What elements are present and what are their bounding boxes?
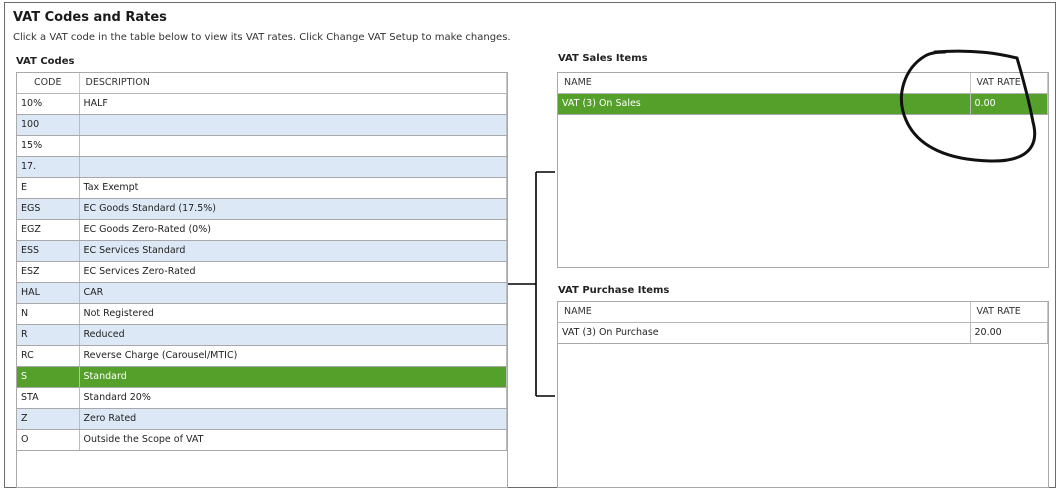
vat-description-cell: Not Registered (79, 303, 507, 325)
vat-code-cell: RC (17, 345, 80, 367)
vat-description-cell (79, 114, 507, 136)
column-header-name[interactable]: NAME (558, 302, 971, 323)
vat-description-cell: Outside the Scope of VAT (79, 429, 507, 451)
table-row[interactable]: RC Reverse Charge (Carousel/MTIC) (17, 345, 507, 367)
vat-description-cell (79, 156, 507, 178)
table-row[interactable]: EGZ EC Goods Zero-Rated (0%) (17, 219, 507, 241)
vat-code-cell: ESS (17, 240, 80, 262)
column-header-code[interactable]: CODE (17, 73, 80, 94)
vat-code-cell: EGS (17, 198, 80, 220)
vat-code-cell: O (17, 429, 80, 451)
connector-bracket (508, 171, 555, 397)
table-row[interactable]: Z Zero Rated (17, 408, 507, 430)
item-name-cell: VAT (3) On Sales (558, 93, 971, 115)
vat-sales-items-label: VAT Sales Items (558, 53, 648, 64)
table-row[interactable]: S Standard (17, 366, 507, 388)
table-row[interactable]: R Reduced (17, 324, 507, 346)
table-row[interactable]: ESZ EC Services Zero-Rated (17, 261, 507, 283)
table-row[interactable]: E Tax Exempt (17, 177, 507, 199)
table-row[interactable]: O Outside the Scope of VAT (17, 429, 507, 451)
vat-codes-table[interactable]: CODE DESCRIPTION 10% HALF 100 15% 17. E Tax Ex… (16, 72, 508, 488)
vat-sales-items-table[interactable]: NAME VAT RATE VAT (3) On Sales 0.00 (557, 72, 1049, 268)
vat-code-cell: Z (17, 408, 80, 430)
page-instructions: Click a VAT code in the table below to v… (13, 32, 511, 43)
item-name-cell: VAT (3) On Purchase (558, 322, 971, 344)
table-row[interactable]: VAT (3) On Sales 0.00 (558, 93, 1048, 115)
vat-description-cell: Reverse Charge (Carousel/MTIC) (79, 345, 507, 367)
page-title: VAT Codes and Rates (13, 10, 167, 25)
table-row[interactable]: VAT (3) On Purchase 20.00 (558, 322, 1048, 344)
vat-purchase-items-label: VAT Purchase Items (558, 285, 670, 296)
table-row[interactable]: EGS EC Goods Standard (17.5%) (17, 198, 507, 220)
vat-description-cell: Standard (79, 366, 507, 388)
column-header-vat-rate[interactable]: VAT RATE (970, 302, 1048, 323)
vat-code-cell: HAL (17, 282, 80, 304)
vat-code-cell: N (17, 303, 80, 325)
table-row[interactable]: 17. (17, 156, 507, 178)
vat-code-cell: EGZ (17, 219, 80, 241)
vat-code-cell: S (17, 366, 80, 388)
column-header-vat-rate[interactable]: VAT RATE (970, 73, 1048, 94)
vat-code-cell: STA (17, 387, 80, 409)
vat-codes-label: VAT Codes (16, 56, 75, 67)
vat-purchase-items-table[interactable]: NAME VAT RATE VAT (3) On Purchase 20.00 (557, 301, 1049, 488)
vat-description-cell: Standard 20% (79, 387, 507, 409)
vat-description-cell: HALF (79, 93, 507, 115)
vat-description-cell: CAR (79, 282, 507, 304)
column-header-description[interactable]: DESCRIPTION (79, 73, 507, 94)
vat-code-cell: 17. (17, 156, 80, 178)
table-row[interactable]: ESS EC Services Standard (17, 240, 507, 262)
vat-description-cell: Tax Exempt (79, 177, 507, 199)
item-vat-rate-cell: 20.00 (970, 322, 1048, 344)
item-vat-rate-cell: 0.00 (970, 93, 1048, 115)
vat-description-cell: EC Goods Zero-Rated (0%) (79, 219, 507, 241)
table-row[interactable]: HAL CAR (17, 282, 507, 304)
table-row[interactable]: 15% (17, 135, 507, 157)
table-row[interactable]: STA Standard 20% (17, 387, 507, 409)
vat-description-cell: EC Goods Standard (17.5%) (79, 198, 507, 220)
vat-code-cell: E (17, 177, 80, 199)
vat-description-cell (79, 135, 507, 157)
vat-description-cell: EC Services Standard (79, 240, 507, 262)
table-row[interactable]: N Not Registered (17, 303, 507, 325)
vat-code-cell: 10% (17, 93, 80, 115)
vat-description-cell: EC Services Zero-Rated (79, 261, 507, 283)
vat-code-cell: 15% (17, 135, 80, 157)
vat-code-cell: ESZ (17, 261, 80, 283)
column-header-name[interactable]: NAME (558, 73, 971, 94)
vat-description-cell: Zero Rated (79, 408, 507, 430)
vat-code-cell: 100 (17, 114, 80, 136)
table-row[interactable]: 100 (17, 114, 507, 136)
vat-description-cell: Reduced (79, 324, 507, 346)
vat-code-cell: R (17, 324, 80, 346)
table-row[interactable]: 10% HALF (17, 93, 507, 115)
